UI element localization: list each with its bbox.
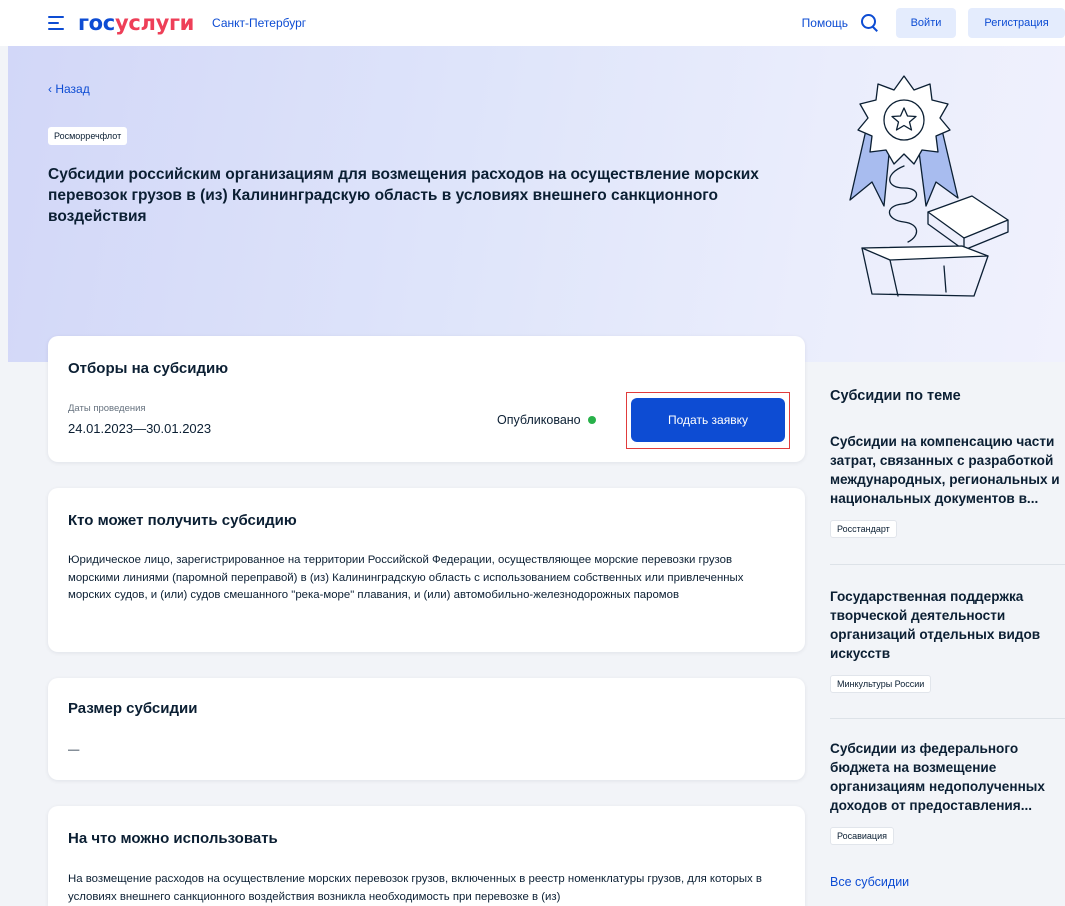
search-icon[interactable] — [860, 13, 880, 33]
top-header: госуслуги Санкт-Петербург Помощь Войти Р… — [0, 0, 1065, 46]
page-title: Субсидии российским организациям для воз… — [48, 166, 759, 225]
who-text: Юридическое лицо, зарегистрированное на … — [68, 554, 744, 601]
logo-uslugi: услуги — [114, 11, 195, 35]
dates-label: Даты проведения — [68, 403, 146, 414]
award-gift-illustration — [849, 75, 1009, 297]
status-dot-icon — [587, 416, 596, 424]
back-link[interactable]: ‹ Назад — [48, 82, 90, 96]
related-subsidy-item[interactable]: Субсидии из федерального бюджета на возм… — [830, 739, 1065, 845]
sidebar-divider — [830, 564, 1065, 565]
related-subsidy-agency: Росстандарт — [830, 520, 897, 538]
sidebar-title: Субсидии по теме — [830, 388, 961, 404]
all-subsidies-link[interactable]: Все субсидии — [830, 875, 909, 889]
size-card: Размер субсидии — — [48, 678, 805, 780]
related-subsidy-title[interactable]: Субсидии на компенсацию части затрат, св… — [830, 432, 1065, 508]
usage-text: На возмещение расходов на осуществление … — [68, 873, 762, 903]
related-subsidy-agency: Минкультуры России — [830, 675, 932, 693]
register-button[interactable]: Регистрация — [968, 8, 1065, 38]
login-button[interactable]: Войти — [896, 8, 956, 38]
related-subsidy-title[interactable]: Субсидии из федерального бюджета на возм… — [830, 739, 1065, 815]
status-text: Опубликовано — [497, 413, 581, 427]
status-badge: Опубликовано — [497, 413, 596, 427]
related-subsidy-agency: Росавиация — [830, 827, 894, 845]
menu-icon[interactable] — [48, 16, 64, 30]
selection-title: Отборы на субсидию — [68, 360, 229, 377]
who-title: Кто может получить субсидию — [68, 512, 297, 529]
selection-card: Отборы на субсидию Даты проведения 24.01… — [48, 336, 805, 462]
related-subsidy-item[interactable]: Субсидии на компенсацию части затрат, св… — [830, 432, 1065, 538]
dates-value: 24.01.2023—30.01.2023 — [68, 421, 212, 436]
agency-tag: Росморречфлот — [48, 127, 128, 145]
header-actions: Помощь Войти Регистрация — [802, 0, 1065, 46]
size-title: Размер субсидии — [68, 700, 198, 717]
size-value: — — [68, 744, 80, 756]
region-selector[interactable]: Санкт-Петербург — [212, 16, 306, 30]
help-link[interactable]: Помощь — [802, 16, 848, 30]
gosuslugi-logo[interactable]: госуслуги — [78, 11, 194, 35]
sidebar-divider — [830, 718, 1065, 719]
related-subsidy-title[interactable]: Государственная поддержка творческой дея… — [830, 587, 1065, 663]
usage-card: На что можно использовать На возмещение … — [48, 806, 805, 906]
usage-title: На что можно использовать — [68, 830, 278, 847]
who-card: Кто может получить субсидию Юридическое … — [48, 488, 805, 652]
apply-button[interactable]: Подать заявку — [631, 398, 785, 442]
related-subsidy-item[interactable]: Государственная поддержка творческой дея… — [830, 587, 1065, 693]
logo-gos: гос — [78, 11, 115, 35]
